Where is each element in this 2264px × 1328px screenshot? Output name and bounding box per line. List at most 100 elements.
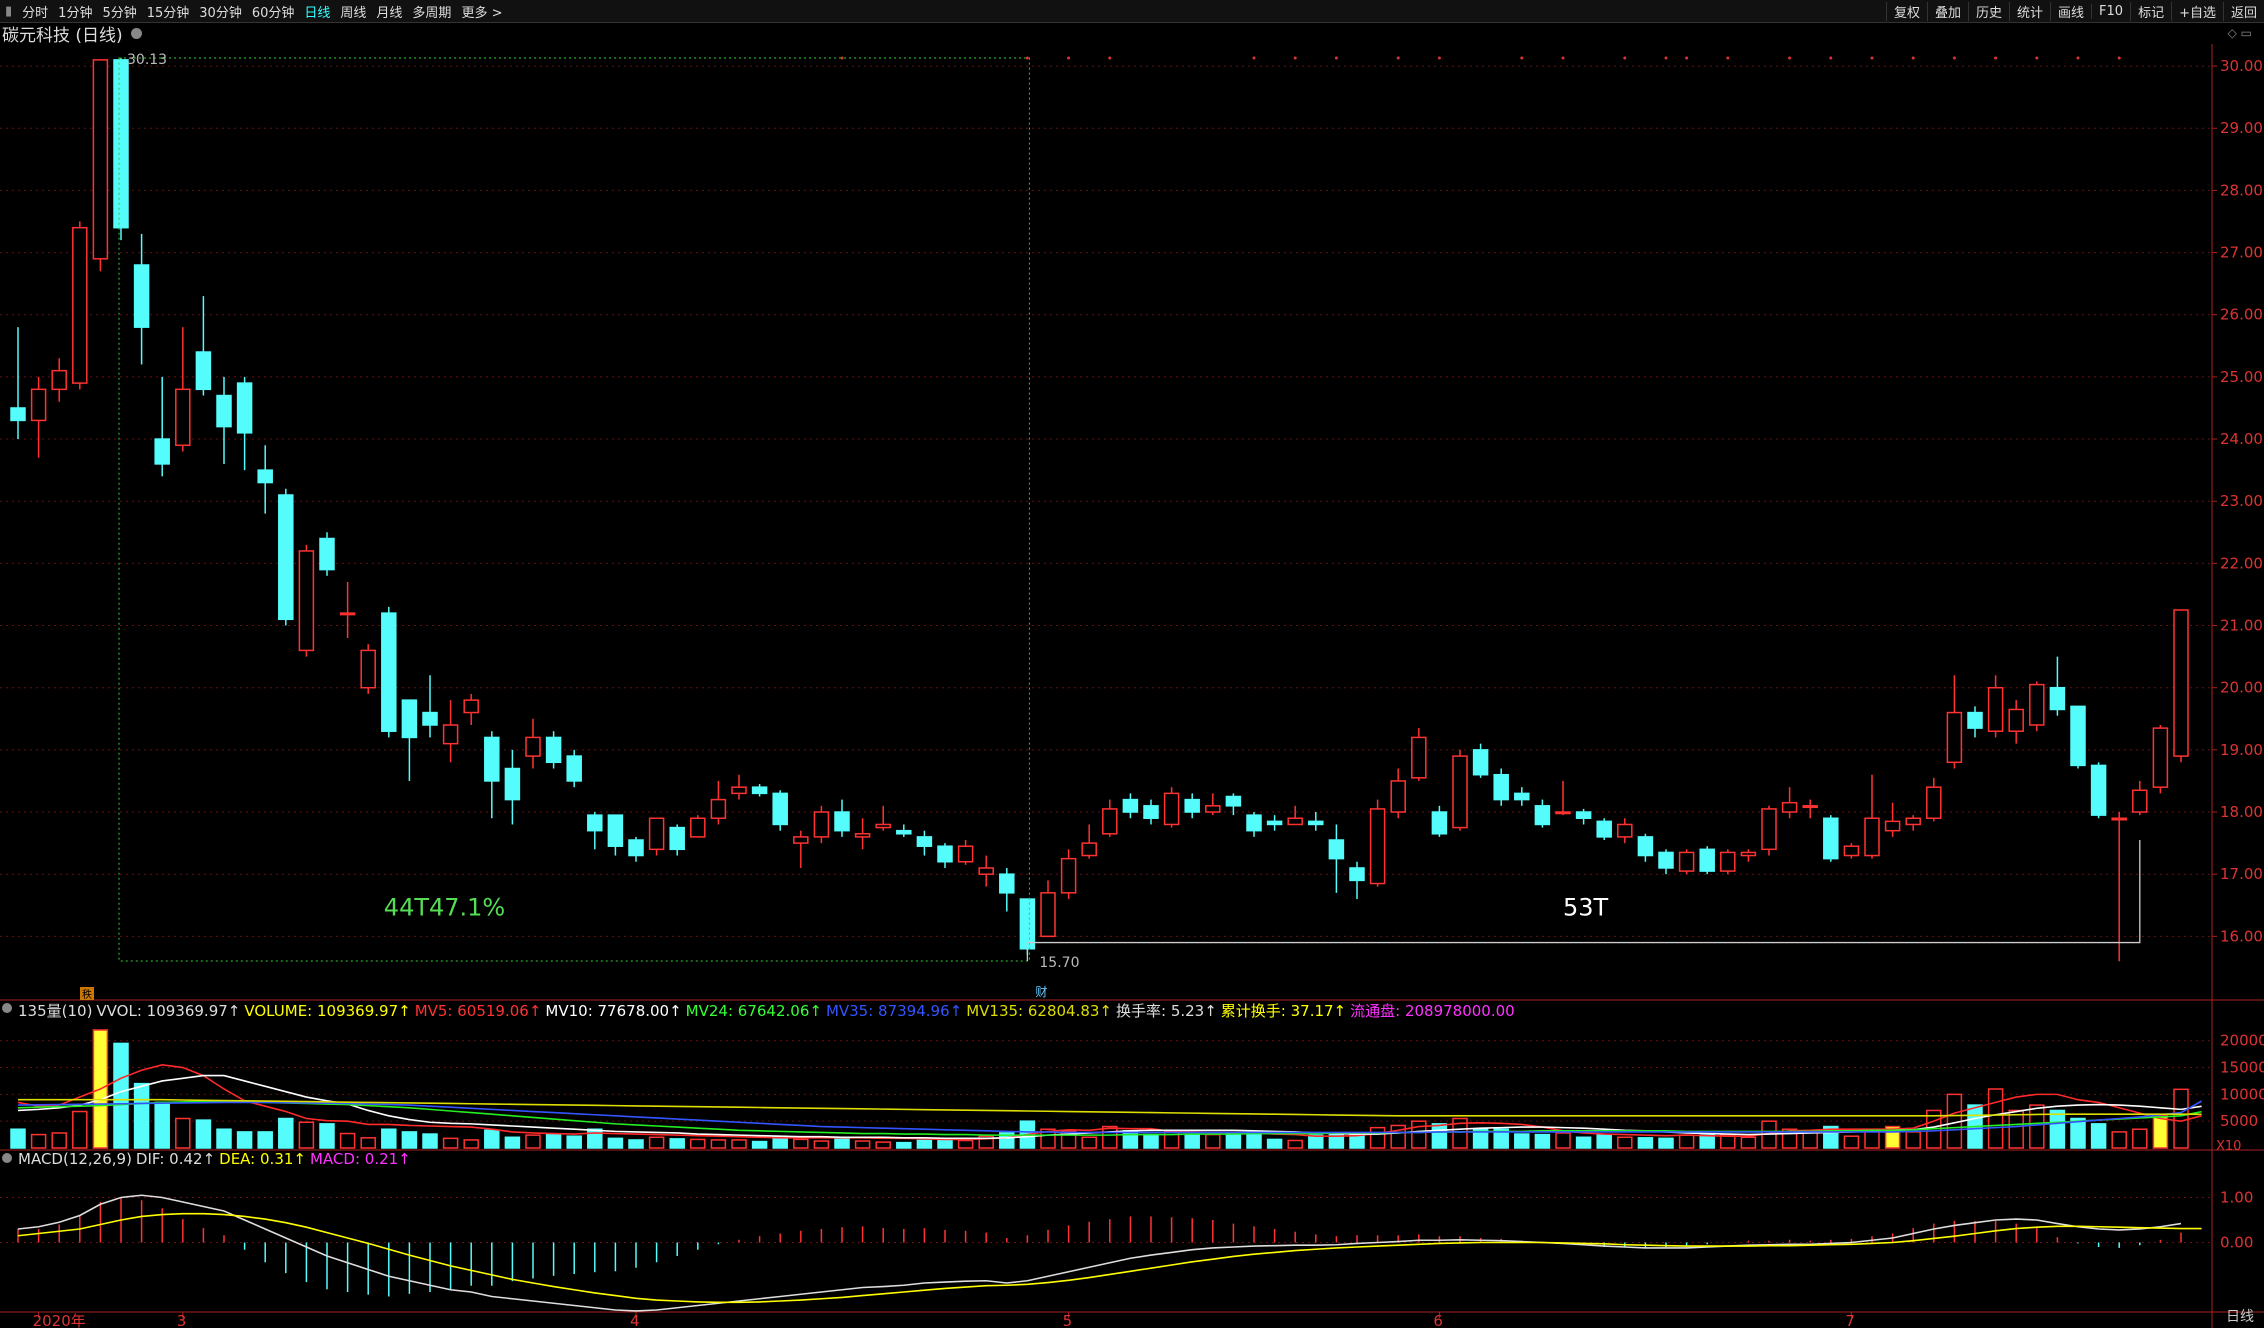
event-dot <box>1437 56 1441 60</box>
candle-body <box>1143 805 1159 819</box>
candle-body <box>1967 711 1983 729</box>
price-tick-label: 30.00 <box>2220 57 2263 75</box>
macd-indicator-label[interactable]: MACD(12,26,9) <box>18 1150 132 1168</box>
volume-indicator-value-4: MV24: 67642.06↑ <box>685 1002 822 1020</box>
stock-title-text: 碳元科技 (日线) <box>2 25 123 46</box>
candle-body <box>2049 686 2066 711</box>
candle-body <box>2008 708 2024 732</box>
macd-indicator-value-0: DIF: 0.42↑ <box>135 1150 216 1168</box>
candle-body <box>1555 811 1571 815</box>
period-tab-5min[interactable]: 5分钟 <box>97 2 141 21</box>
f10-button[interactable]: F10 <box>2091 3 2130 19</box>
period-corner-label[interactable]: 日线 <box>2226 1306 2254 1326</box>
candle-body <box>1472 749 1489 776</box>
candle-body <box>298 550 315 652</box>
period-tab-daily[interactable]: 日线 <box>299 2 335 21</box>
add-watchlist-button[interactable]: +自选 <box>2171 1 2223 21</box>
volume-bar <box>10 1128 26 1149</box>
period-tab-1min[interactable]: 1分钟 <box>53 2 97 21</box>
volume-bar <box>545 1133 562 1149</box>
candle-body <box>1431 811 1448 835</box>
volume-indicator-value-8: 累计换手: 37.17↑ <box>1220 1002 1347 1020</box>
event-dot <box>1829 56 1833 60</box>
history-button[interactable]: 历史 <box>1967 1 2009 21</box>
volume-bar <box>1740 1136 1757 1149</box>
draw-button[interactable]: 画线 <box>2050 1 2091 21</box>
candle-body <box>1163 792 1180 826</box>
event-dot <box>1685 56 1689 60</box>
candle-body <box>1802 805 1818 809</box>
volume-tick-label: 10000 <box>2220 1085 2264 1103</box>
adjust-button[interactable]: 复权 <box>1885 1 1927 21</box>
restore-icon[interactable]: ▭ <box>2241 26 2252 40</box>
volume-indicator-value-7: 换手率: 5.23↑ <box>1116 1002 1217 1020</box>
volume-indicator-bar: 135量(10) VVOL: 109369.97↑ VOLUME: 109369.… <box>2 1000 1519 1021</box>
volume-indicator-label[interactable]: 135量(10) <box>18 1000 92 1021</box>
candle-body <box>710 798 727 819</box>
overlay-button[interactable]: 叠加 <box>1926 1 1968 21</box>
event-dot <box>2035 56 2039 60</box>
stock-title: 碳元科技 (日线) <box>2 22 142 46</box>
candle-body <box>1349 867 1365 882</box>
volume-bar <box>2111 1131 2127 1149</box>
volume-bar <box>72 1110 88 1149</box>
volume-bar <box>1102 1125 1118 1149</box>
macd-settings-icon[interactable] <box>2 1153 12 1163</box>
period-tab-60min[interactable]: 60分钟 <box>247 2 300 21</box>
period-tab-monthly[interactable]: 月线 <box>371 2 407 21</box>
volume-bar <box>751 1140 768 1149</box>
macd-indicator-bar: MACD(12,26,9) DIF: 0.42↑ DEA: 0.31↑ MACD: … <box>2 1150 415 1168</box>
volume-bar <box>1411 1120 1427 1149</box>
volume-bar <box>442 1137 459 1149</box>
macd-tick-label: 1.00 <box>2220 1189 2253 1207</box>
volume-bar <box>1349 1134 1365 1149</box>
settings-dot-icon[interactable] <box>130 27 142 39</box>
volume-bar <box>236 1131 253 1149</box>
time-axis-label: 7 <box>1845 1312 1855 1328</box>
toolbar-menu-icon[interactable]: ▮ <box>0 4 17 19</box>
candle-body <box>236 382 253 434</box>
candle-body <box>875 823 891 829</box>
candle-body <box>401 699 418 739</box>
candle-body <box>133 264 150 328</box>
range-line-2-label: 53T <box>1563 893 1609 921</box>
price-tick-label: 20.00 <box>2220 679 2263 697</box>
event-dot <box>1664 56 1668 60</box>
volume-bar <box>381 1128 397 1149</box>
candle-body <box>2029 683 2045 726</box>
candle-body <box>1946 711 1963 764</box>
volume-bar <box>51 1132 67 1149</box>
diamond-icon[interactable]: ◇ <box>2228 26 2237 40</box>
volume-bar <box>30 1133 47 1149</box>
volume-indicator-value-2: MV5: 60519.06↑ <box>414 1002 542 1020</box>
period-tab-30min[interactable]: 30分钟 <box>194 2 247 21</box>
period-tab-weekly[interactable]: 周线 <box>335 2 371 21</box>
volume-bar <box>298 1121 315 1149</box>
period-tab-multi[interactable]: 多周期 <box>407 2 456 21</box>
volume-bar <box>1266 1138 1283 1149</box>
volume-indicator-value-0: VVOL: 109369.97↑ <box>96 1002 241 1020</box>
period-tab-15min[interactable]: 15分钟 <box>142 2 195 21</box>
volume-ma-line-mv135 <box>18 1098 2202 1117</box>
candle-body <box>1678 851 1695 872</box>
volume-bar <box>2152 1115 2169 1149</box>
candle-body <box>1781 801 1798 813</box>
volume-bar <box>1081 1136 1097 1149</box>
price-tick-label: 24.00 <box>2220 430 2263 448</box>
candle-body <box>360 649 376 689</box>
candle-body <box>1575 811 1592 819</box>
volume-bar <box>937 1138 953 1149</box>
candle-body <box>669 826 685 851</box>
volume-bar <box>2173 1088 2189 1149</box>
period-tab-timeshare[interactable]: 分时 <box>17 2 53 21</box>
candle-body <box>1596 820 1612 838</box>
volume-bar <box>1555 1132 1571 1149</box>
volume-bar <box>1143 1133 1159 1149</box>
volume-bar <box>504 1136 521 1149</box>
mark-button[interactable]: 标记 <box>2130 1 2171 21</box>
back-button[interactable]: 返回 <box>2222 1 2264 21</box>
stats-button[interactable]: 统计 <box>2009 1 2050 21</box>
volume-bar <box>628 1139 644 1149</box>
volume-settings-icon[interactable] <box>2 1003 12 1013</box>
period-tab-more[interactable]: 更多 > <box>456 2 507 21</box>
